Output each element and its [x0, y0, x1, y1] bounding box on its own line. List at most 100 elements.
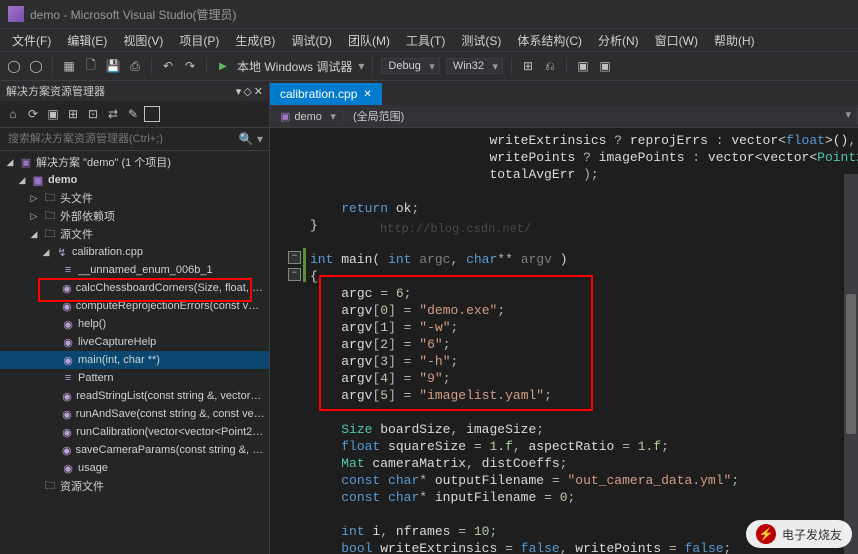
tree-file-calibration[interactable]: ◢↯ calibration.cpp: [0, 243, 269, 261]
separator: [206, 58, 207, 74]
separator: [511, 58, 512, 74]
tree-func-main[interactable]: ◉main(int, char **): [0, 351, 269, 369]
code-area[interactable]: − − writeExtrinsics ? reprojErrs : vecto…: [270, 128, 858, 554]
change-indicator: [303, 248, 306, 282]
open-file-icon[interactable]: 🗋: [83, 58, 99, 74]
solution-label: 解决方案 "demo" (1 个项目): [36, 154, 171, 170]
undo-icon[interactable]: ↶: [160, 58, 176, 74]
separator: [566, 58, 567, 74]
separator: [52, 58, 53, 74]
fold-toggle[interactable]: −: [288, 268, 301, 281]
properties-icon[interactable]: ⊡: [84, 105, 102, 123]
redo-icon[interactable]: ↷: [182, 58, 198, 74]
solution-explorer: 解决方案资源管理器 ▾ ◇ ✕ ⌂ ⟳ ▣ ⊞ ⊡ ⇄ ✎ 🔍 ▾ ◢▣ 解决方…: [0, 81, 270, 554]
solution-tree[interactable]: ◢▣ 解决方案 "demo" (1 个项目) ◢▣ demo ▷🗀 头文件 ▷🗀…: [0, 151, 269, 554]
close-icon[interactable]: ✕: [363, 89, 371, 100]
collapse-icon[interactable]: ✎: [124, 105, 142, 123]
vertical-scrollbar[interactable]: [844, 174, 858, 554]
main-toolbar: ◯ ◯ ▦ 🗋 💾 ⎙ ↶ ↷ ▶ 本地 Windows 调试器 ▾ Debug…: [0, 52, 858, 81]
window-title: demo - Microsoft Visual Studio(管理员): [30, 6, 237, 23]
close-icon[interactable]: ✕: [254, 85, 263, 98]
menu-tools[interactable]: 工具(T): [398, 29, 453, 51]
editor: calibration.cpp ✕ demo (全局范围) − − writeE…: [270, 81, 858, 554]
menu-edit[interactable]: 编辑(E): [59, 29, 115, 51]
menu-test[interactable]: 测试(S): [453, 29, 509, 51]
search-dropdown-icon[interactable]: 🔍 ▾: [239, 132, 263, 146]
project-label: demo: [48, 174, 77, 186]
dropdown-icon[interactable]: ◇: [243, 85, 251, 98]
sync-icon[interactable]: ⟳: [24, 105, 42, 123]
menu-debug[interactable]: 调试(D): [283, 29, 340, 51]
separator: [151, 58, 152, 74]
crumb-scope[interactable]: (全局范围): [343, 108, 858, 124]
toggle-icon[interactable]: ▣: [44, 105, 62, 123]
folder-label: 外部依赖项: [60, 208, 115, 224]
tab-label: calibration.cpp: [280, 87, 357, 101]
menu-build[interactable]: 生成(B): [227, 29, 283, 51]
save-icon[interactable]: 💾: [105, 58, 121, 74]
tree-func[interactable]: ◉usage: [0, 459, 269, 477]
new-project-icon[interactable]: ▦: [61, 58, 77, 74]
tree-func[interactable]: ≡Pattern: [0, 369, 269, 387]
menu-file[interactable]: 文件(F): [4, 29, 59, 51]
tree-project[interactable]: ◢▣ demo: [0, 171, 269, 189]
side-toolbar: ⌂ ⟳ ▣ ⊞ ⊡ ⇄ ✎: [0, 101, 269, 128]
tree-func[interactable]: ◉runCalibration(vector<vector<Point2f>>,…: [0, 423, 269, 441]
titlebar: demo - Microsoft Visual Studio(管理员): [0, 0, 858, 29]
tree-func[interactable]: ◉liveCaptureHelp: [0, 333, 269, 351]
tree-func[interactable]: ◉calcChessboardCorners(Size, float, vect…: [0, 279, 269, 297]
tree-func[interactable]: ◉help(): [0, 315, 269, 333]
panel-title: 解决方案资源管理器: [6, 83, 105, 99]
tree-folder-headers[interactable]: ▷🗀 头文件: [0, 189, 269, 207]
menu-help[interactable]: 帮助(H): [706, 29, 763, 51]
menubar: 文件(F) 编辑(E) 视图(V) 项目(P) 生成(B) 调试(D) 团队(M…: [0, 29, 858, 52]
tree-folder-resource[interactable]: 🗀 资源文件: [0, 477, 269, 495]
tree-func[interactable]: ◉runAndSave(const string &, const vector…: [0, 405, 269, 423]
menu-window[interactable]: 窗口(W): [647, 29, 706, 51]
home-icon[interactable]: ⌂: [4, 105, 22, 123]
tree-folder-source[interactable]: ◢🗀 源文件: [0, 225, 269, 243]
start-debug-label[interactable]: 本地 Windows 调试器: [237, 58, 352, 75]
vs-logo-icon: [8, 6, 24, 22]
brand-text: 电子发烧友: [782, 526, 842, 543]
toolbar-extra-icon[interactable]: ⊞: [520, 58, 536, 74]
toolbar-extra-icon[interactable]: ▣: [575, 58, 591, 74]
tree-folder-external[interactable]: ▷🗀 外部依赖项: [0, 207, 269, 225]
save-all-icon[interactable]: ⎙: [127, 58, 143, 74]
expand-icon[interactable]: ⇄: [104, 105, 122, 123]
separator: [372, 58, 373, 74]
nav-fwd-icon[interactable]: ◯: [28, 58, 44, 74]
folder-label: 头文件: [60, 190, 93, 206]
tab-row: calibration.cpp ✕: [270, 81, 858, 105]
menu-architecture[interactable]: 体系结构(C): [509, 29, 590, 51]
crumb-project[interactable]: demo: [270, 110, 343, 123]
tree-func[interactable]: ◉readStringList(const string &, vector<s…: [0, 387, 269, 405]
tree-func[interactable]: ◉computeReprojectionErrors(const vector<…: [0, 297, 269, 315]
config-combo[interactable]: Debug: [381, 58, 439, 74]
fold-toggle[interactable]: −: [288, 251, 301, 264]
play-icon[interactable]: ▶: [215, 58, 231, 74]
menu-view[interactable]: 视图(V): [115, 29, 171, 51]
tab-calibration[interactable]: calibration.cpp ✕: [270, 83, 382, 105]
search-input[interactable]: [6, 132, 239, 146]
scrollbar-thumb[interactable]: [846, 294, 856, 434]
menu-project[interactable]: 项目(P): [171, 29, 227, 51]
breadcrumb: demo (全局范围): [270, 105, 858, 128]
tree-solution[interactable]: ◢▣ 解决方案 "demo" (1 个项目): [0, 153, 269, 171]
tree-func[interactable]: ≡__unnamed_enum_006b_1: [0, 261, 269, 279]
show-all-icon[interactable]: ⊞: [64, 105, 82, 123]
panel-header: 解决方案资源管理器 ▾ ◇ ✕: [0, 81, 269, 101]
pin-icon[interactable]: ▾: [236, 85, 242, 98]
edit-icon[interactable]: [144, 106, 160, 122]
menu-analyze[interactable]: 分析(N): [590, 29, 647, 51]
file-label: calibration.cpp: [72, 246, 143, 258]
platform-combo[interactable]: Win32: [446, 58, 503, 74]
toolbar-extra-icon[interactable]: ▣: [597, 58, 613, 74]
tree-func[interactable]: ◉saveCameraParams(const string &, Size, …: [0, 441, 269, 459]
menu-team[interactable]: 团队(M): [340, 29, 398, 51]
nav-back-icon[interactable]: ◯: [6, 58, 22, 74]
search-row: 🔍 ▾: [0, 128, 269, 151]
brand-icon: ⚡: [756, 524, 776, 544]
toolbar-extra-icon[interactable]: ⎌: [542, 58, 558, 74]
folder-label: 源文件: [60, 226, 93, 242]
